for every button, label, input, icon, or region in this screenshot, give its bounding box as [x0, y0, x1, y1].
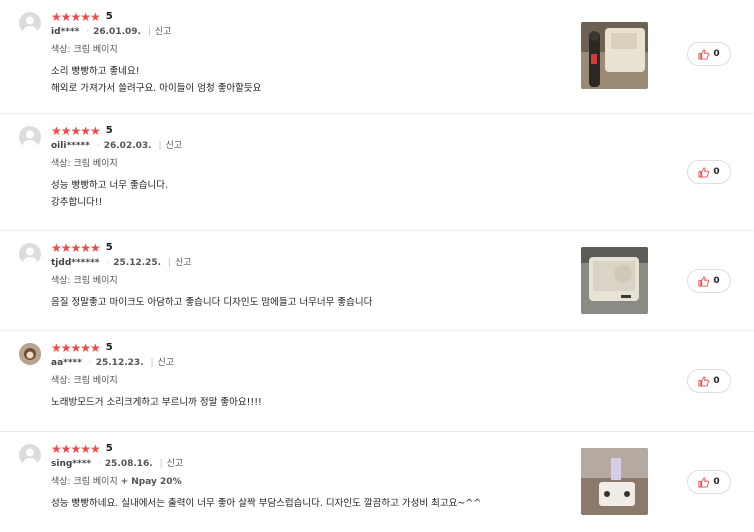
review-line: 해외로 가져가서 쓸려구요. 아이들이 엄청 좋아할듯요	[51, 83, 262, 94]
star-rating-icon: ★★★★★	[51, 124, 101, 138]
thumbs-up-icon	[698, 275, 710, 287]
review-item: ★★★★★ 5 sing**** · 25.08.16. | 신고 색상: 크림 베…	[0, 432, 754, 532]
reviewer-id: tjdd******	[51, 258, 100, 268]
divider: ·	[86, 27, 90, 37]
review-meta: sing**** · 25.08.16. | 신고	[51, 458, 183, 470]
like-button[interactable]: 0	[687, 42, 731, 66]
review-meta: oili***** · 26.02.03. | 신고	[51, 140, 182, 152]
divider: ·	[96, 141, 100, 151]
like-count: 0	[713, 276, 720, 286]
divider: |	[158, 141, 162, 151]
report-link[interactable]: 신고	[166, 141, 183, 151]
reviewer-id: oili*****	[51, 141, 90, 151]
option-extra: + Npay 20%	[120, 477, 182, 487]
review-line: 음질 정말좋고 마이크도 아담하고 좋습니다 디자인도 맘에들고 너무너무 좋습…	[51, 297, 373, 308]
review-date: 26.02.03.	[103, 141, 152, 151]
reviewer-id: id****	[51, 27, 80, 37]
review-line: 강추합니다!!	[51, 197, 103, 208]
thumbs-up-icon	[698, 476, 710, 488]
review-date: 25.12.25.	[113, 258, 162, 268]
report-link[interactable]: 신고	[175, 258, 192, 268]
rating: ★★★★★ 5	[51, 10, 113, 24]
thumbs-up-icon	[698, 166, 710, 178]
report-link[interactable]: 신고	[158, 358, 175, 368]
reviewer-id: sing****	[51, 459, 92, 469]
purchase-option: 색상: 크림 베이지	[51, 159, 118, 169]
purchase-option: 색상: 크림 베이지	[51, 45, 118, 55]
report-link[interactable]: 신고	[155, 27, 172, 37]
review-meta: aa**** · 25.12.23. | 신고	[51, 357, 174, 369]
review-photo[interactable]	[581, 22, 648, 89]
review-text: 노래방모드거 소리크게하고 부르니까 정말 좋아요!!!!	[51, 394, 262, 411]
rating-score: 5	[105, 443, 113, 454]
report-link[interactable]: 신고	[167, 459, 184, 469]
review-date: 26.01.09.	[93, 27, 141, 37]
divider: ·	[98, 459, 101, 469]
divider: |	[167, 258, 172, 268]
divider: |	[147, 27, 151, 37]
review-text: 음질 정말좋고 마이크도 아담하고 좋습니다 디자인도 맘에들고 너무너무 좋습…	[51, 294, 372, 311]
like-count: 0	[713, 376, 720, 386]
rating-score: 5	[105, 242, 113, 253]
like-button[interactable]: 0	[687, 269, 731, 293]
default-avatar-icon	[19, 243, 41, 265]
rating-score: 5	[105, 342, 113, 353]
divider: ·	[106, 258, 110, 268]
default-avatar-icon	[19, 126, 41, 148]
divider: |	[159, 459, 163, 469]
star-rating-icon: ★★★★★	[51, 341, 101, 355]
thumbs-up-icon	[698, 48, 710, 60]
star-rating-icon: ★★★★★	[51, 442, 101, 456]
rating: ★★★★★ 5	[51, 341, 113, 355]
divider: ·	[88, 358, 92, 368]
review-line: 노래방모드거 소리크게하고 부르니까 정말 좋아요!!!!	[51, 397, 262, 408]
review-meta: tjdd****** · 25.12.25. | 신고	[51, 257, 192, 269]
rating-score: 5	[105, 125, 113, 136]
rating: ★★★★★ 5	[51, 442, 113, 456]
rating: ★★★★★ 5	[51, 241, 113, 255]
review-line: 성능 빵빵하네요. 실내에서는 출력이 너무 좋아 살짝 부담스럽습니다. 디자…	[51, 498, 482, 509]
review-item: ★★★★★ 5 aa**** · 25.12.23. | 신고 색상: 크림 베이지…	[0, 331, 754, 432]
like-count: 0	[713, 49, 720, 59]
reviewer-id: aa****	[51, 358, 82, 368]
like-button[interactable]: 0	[687, 160, 731, 184]
divider: |	[150, 358, 154, 368]
review-text: 소리 빵빵하고 좋네요! 해외로 가져가서 쓸려구요. 아이들이 엄청 좋아할듯…	[51, 63, 261, 97]
review-text: 성능 빵빵하고 너무 좋습니다. 강추합니다!!	[51, 177, 168, 211]
review-date: 25.08.16.	[104, 459, 153, 469]
review-text: 성능 빵빵하네요. 실내에서는 출력이 너무 좋아 살짝 부담스럽습니다. 디자…	[51, 495, 481, 512]
like-button[interactable]: 0	[687, 369, 731, 393]
review-meta: id**** · 26.01.09. | 신고	[51, 26, 171, 38]
like-button[interactable]: 0	[687, 470, 731, 494]
review-photo[interactable]	[581, 448, 648, 515]
review-photo[interactable]	[581, 247, 648, 314]
thumbs-up-icon	[698, 375, 710, 387]
default-avatar-icon	[19, 12, 41, 34]
review-item: ★★★★★ 5 id**** · 26.01.09. | 신고 색상: 크림 베이지…	[0, 0, 754, 114]
review-list: ★★★★★ 5 id**** · 26.01.09. | 신고 색상: 크림 베이지…	[0, 0, 754, 532]
purchase-option: 색상: 크림 베이지	[51, 276, 118, 286]
like-count: 0	[713, 477, 720, 487]
review-item: ★★★★★ 5 tjdd****** · 25.12.25. | 신고 색상: 크림…	[0, 231, 754, 331]
review-line: 성능 빵빵하고 너무 좋습니다.	[51, 180, 168, 191]
like-count: 0	[713, 167, 720, 177]
purchase-option: 색상: 크림 베이지	[51, 376, 118, 386]
review-item: ★★★★★ 5 oili***** · 26.02.03. | 신고 색상: 크림 …	[0, 114, 754, 231]
user-avatar	[19, 343, 41, 365]
review-date: 25.12.23.	[95, 358, 144, 368]
review-line: 소리 빵빵하고 좋네요!	[51, 66, 140, 77]
default-avatar-icon	[19, 444, 41, 466]
rating: ★★★★★ 5	[51, 124, 113, 138]
star-rating-icon: ★★★★★	[51, 241, 101, 255]
rating-score: 5	[105, 11, 113, 22]
star-rating-icon: ★★★★★	[51, 10, 101, 24]
purchase-option: 색상: 크림 베이지 + Npay 20%	[51, 477, 182, 487]
